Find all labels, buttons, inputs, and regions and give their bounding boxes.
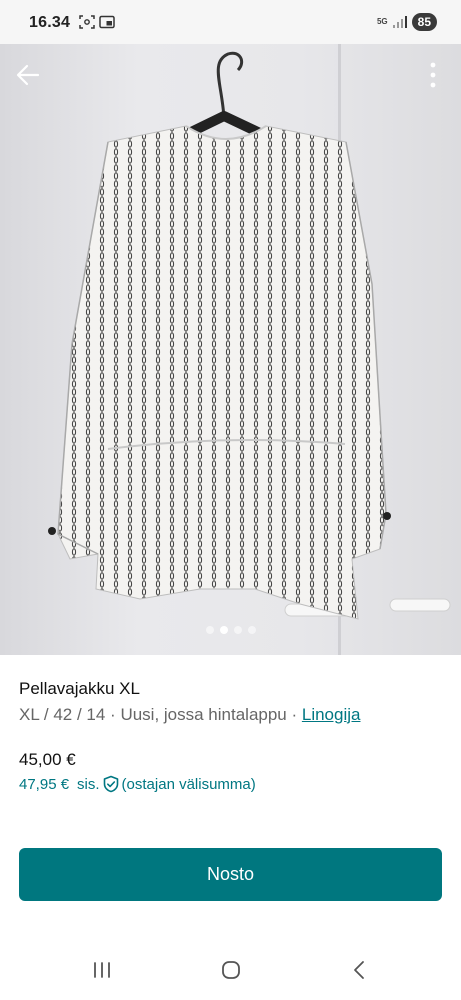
more-options-icon[interactable] [421,60,445,90]
status-bar: 16.34 5G 85 [0,0,461,44]
back-nav-icon[interactable] [348,958,372,982]
item-photo[interactable] [0,44,461,655]
item-meta: XL / 42 / 14 · Uusi, jossa hintalappu · … [19,705,360,725]
meta-separator: · [105,705,121,724]
home-icon[interactable] [219,958,243,982]
item-title: Pellavajakku XL [19,679,140,698]
item-photo-image [48,44,451,655]
buyer-price-sis: sis. [77,775,100,793]
pagination-dot-active[interactable] [219,626,228,634]
item-condition: Uusi, jossa hintalappu [120,705,287,724]
item-price: 45,00 € [19,750,76,769]
photo-pagination[interactable] [0,626,461,634]
pagination-dot[interactable] [233,626,242,634]
recent-apps-icon[interactable] [90,958,114,982]
status-time: 16.34 [29,14,71,31]
back-arrow-icon[interactable] [12,59,44,91]
system-nav-bar [0,940,461,1000]
buy-button[interactable]: Nosto [19,848,442,901]
screenshot-icon [79,15,95,29]
battery-level: 85 [411,13,437,31]
buyer-price-note: (ostajan välisumma) [121,775,256,793]
pagination-dot[interactable] [205,626,214,634]
brand-link[interactable]: Linogija [302,705,361,724]
network-type: 5G [376,17,388,26]
item-sizes: XL / 42 / 14 [19,705,106,724]
shield-check-icon [103,775,118,793]
pagination-dot[interactable] [247,626,256,634]
buyer-protection-price[interactable]: 47,95 € sis. (ostajan välisumma) [19,775,256,793]
meta-separator: · [286,705,302,724]
buyer-price-value: 47,95 € [19,775,70,793]
signal-icon [392,16,407,28]
cast-icon [99,15,115,29]
